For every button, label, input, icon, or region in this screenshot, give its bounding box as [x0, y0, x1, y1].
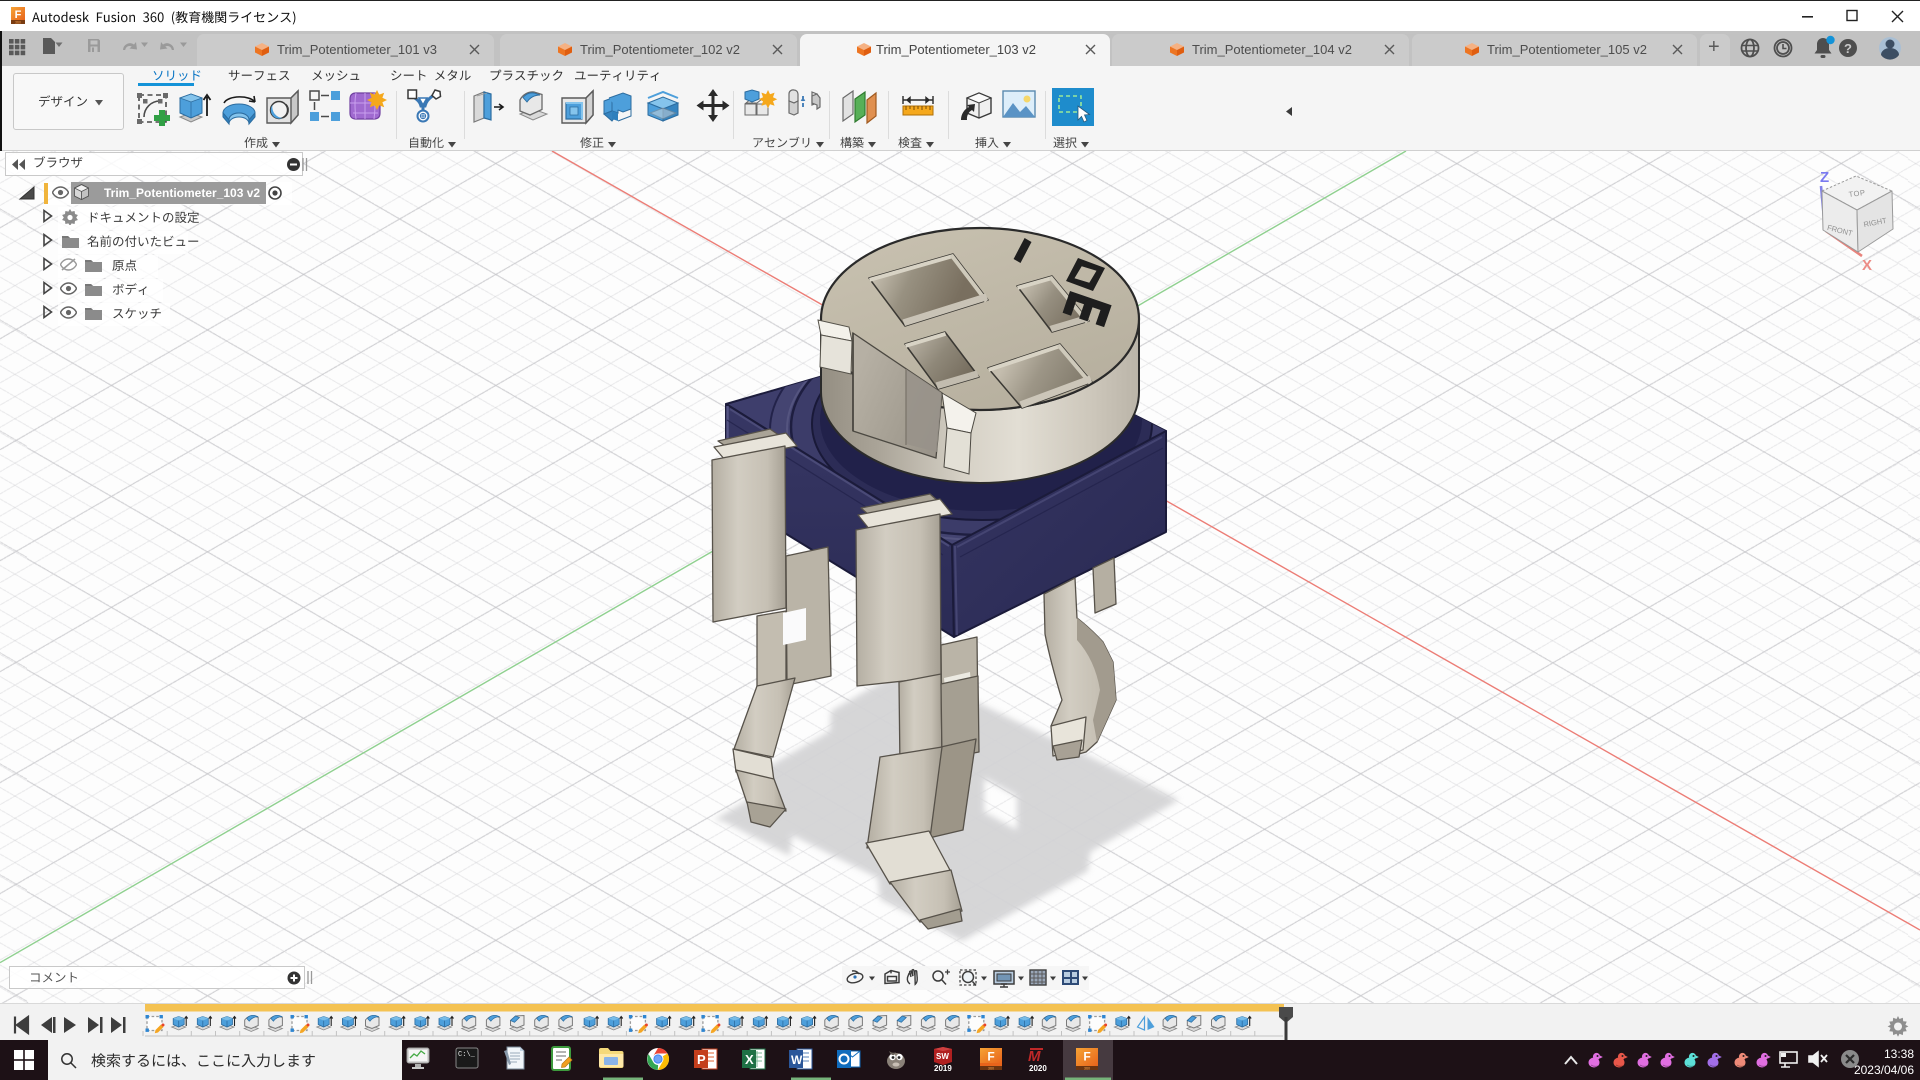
- svg-text:P: P: [697, 1052, 706, 1067]
- svg-text:2019: 2019: [934, 1064, 952, 1073]
- svg-text:360: 360: [15, 21, 21, 25]
- svg-text:F: F: [1083, 1050, 1090, 1064]
- svg-text:W: W: [791, 1053, 803, 1067]
- svg-text:F: F: [15, 9, 22, 21]
- svg-text:360: 360: [988, 1067, 994, 1071]
- svg-text:F: F: [987, 1050, 994, 1064]
- svg-text:2020: 2020: [1029, 1064, 1047, 1073]
- svg-text:X: X: [1862, 257, 1872, 274]
- svg-text:C:\_: C:\_: [458, 1051, 476, 1059]
- svg-text:X: X: [745, 1052, 754, 1067]
- svg-text:SW: SW: [936, 1052, 949, 1061]
- svg-text:Z: Z: [1820, 169, 1829, 186]
- svg-text:?: ?: [1844, 41, 1852, 56]
- svg-text:360: 360: [1084, 1067, 1090, 1071]
- svg-text:M: M: [1028, 1048, 1041, 1065]
